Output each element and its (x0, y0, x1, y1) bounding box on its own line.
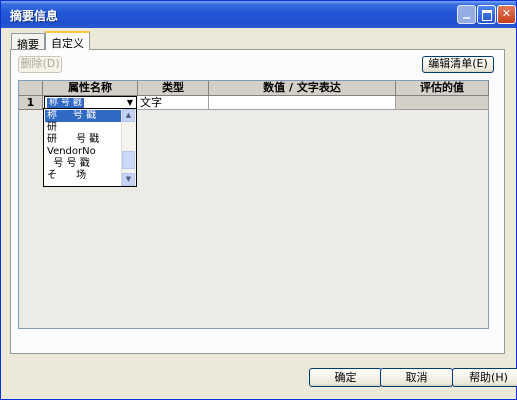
column-header-value[interactable]: 数值 / 文字表达 (209, 81, 396, 96)
property-name-dropdown-list[interactable]: 称 号 戳 研 研 号 戳 VendorNo 号 号 戳 そ 场 ▲ ▼ (43, 108, 137, 187)
row-header-corner (19, 81, 43, 96)
title-bar[interactable]: 摘要信息 ✕ (1, 1, 516, 28)
dropdown-item[interactable]: そ 场 (45, 170, 86, 182)
minimize-button[interactable] (457, 5, 476, 24)
minimize-icon (463, 17, 470, 19)
column-header-evaluated-value[interactable]: 评估的值 (396, 81, 489, 96)
summary-info-dialog: 摘要信息 ✕ 摘要 自定义 删除(D) 编辑清单(E) 属性名称 类型 数值 /… (0, 0, 517, 400)
scroll-up-arrow-icon[interactable]: ▲ (122, 109, 135, 122)
column-header-type[interactable]: 类型 (138, 81, 209, 96)
ok-button[interactable]: 确定 (309, 368, 382, 387)
maximize-button[interactable] (477, 5, 496, 24)
close-icon: ✕ (501, 7, 512, 20)
maximize-icon (481, 10, 492, 21)
dropdown-item[interactable]: 号 号 戳 (45, 158, 89, 170)
help-button[interactable]: 帮助(H) (452, 368, 517, 387)
cancel-button[interactable]: 取消 (380, 368, 453, 387)
tab-custom[interactable]: 自定义 (45, 31, 90, 50)
dropdown-scrollbar[interactable]: ▲ ▼ (121, 109, 136, 186)
window-title: 摘要信息 (10, 9, 59, 23)
dropdown-item[interactable]: 研 (45, 122, 57, 134)
dropdown-item[interactable]: VendorNo (45, 146, 96, 158)
row-number: 1 (19, 96, 43, 110)
type-cell[interactable]: 文字 (138, 96, 209, 110)
delete-button[interactable]: 删除(D) (18, 56, 62, 73)
column-header-property-name[interactable]: 属性名称 (43, 81, 138, 96)
evaluated-value-cell (396, 96, 489, 110)
value-cell[interactable] (209, 96, 396, 110)
chevron-down-icon[interactable]: ▼ (125, 98, 135, 108)
close-button[interactable]: ✕ (497, 5, 516, 24)
dropdown-item[interactable]: 研 号 戳 (45, 134, 99, 146)
property-name-selected-text: 称 号 戳 (47, 98, 84, 108)
edit-list-button[interactable]: 编辑清单(E) (422, 56, 494, 73)
scroll-thumb[interactable] (122, 151, 135, 169)
dropdown-item[interactable]: 称 号 戳 (45, 110, 123, 122)
tab-summary[interactable]: 摘要 (11, 33, 45, 51)
scroll-down-arrow-icon[interactable]: ▼ (122, 173, 135, 186)
